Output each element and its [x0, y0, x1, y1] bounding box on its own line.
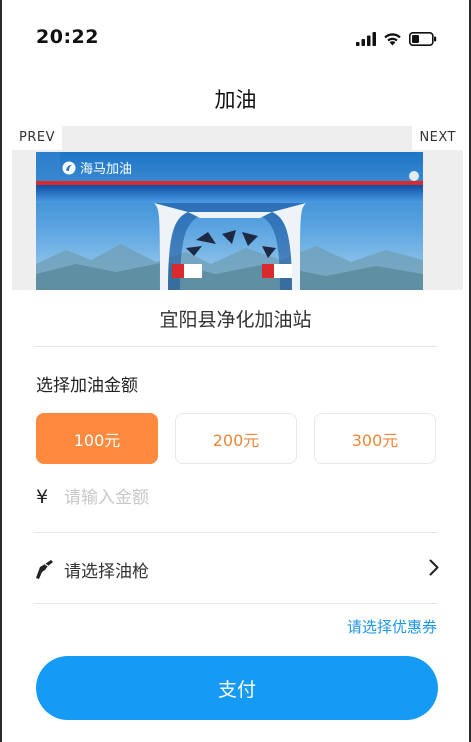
- carousel-next-button[interactable]: NEXT: [412, 126, 463, 150]
- station-banner-image: 海马加油: [36, 152, 423, 290]
- brand-logo: 海马加油: [62, 158, 132, 177]
- chevron-right-icon: [429, 559, 439, 576]
- currency-symbol: ¥: [36, 486, 49, 508]
- nozzle-selector[interactable]: 请选择油枪: [34, 548, 439, 590]
- brand-logo-text: 海马加油: [80, 162, 133, 177]
- amount-section-title: 选择加油金额: [36, 376, 138, 396]
- status-icons: [356, 28, 437, 50]
- coupon-link[interactable]: 请选择优惠券: [347, 616, 437, 637]
- nozzle-label: 请选择油枪: [64, 562, 149, 582]
- divider: [34, 532, 437, 533]
- signal-icon: [356, 32, 376, 46]
- fuel-nozzle-icon: [36, 560, 53, 579]
- amount-input[interactable]: [64, 482, 424, 514]
- amount-option-200[interactable]: 200元: [175, 413, 297, 464]
- station-name: 宜阳县净化加油站: [159, 309, 312, 331]
- divider: [34, 603, 437, 604]
- battery-icon: [409, 32, 437, 46]
- divider: [34, 346, 437, 347]
- amount-option-300[interactable]: 300元: [314, 413, 436, 464]
- wifi-icon: [384, 33, 401, 46]
- brand-logo-icon: [62, 161, 76, 174]
- status-time: 20:22: [36, 26, 99, 48]
- status-bar: 20:22: [0, 0, 471, 78]
- amount-option-100[interactable]: 100元: [36, 413, 158, 464]
- fuel-payment-screen: 20:22 加油 海马加油 PREV NEXT 宜阳县净化加油站 选择加油金额 …: [0, 0, 471, 742]
- station-image-carousel[interactable]: 海马加油 PREV NEXT: [12, 126, 463, 290]
- pay-button[interactable]: 支付: [36, 656, 438, 720]
- page-title: 加油: [214, 88, 257, 112]
- carousel-prev-button[interactable]: PREV: [12, 126, 62, 150]
